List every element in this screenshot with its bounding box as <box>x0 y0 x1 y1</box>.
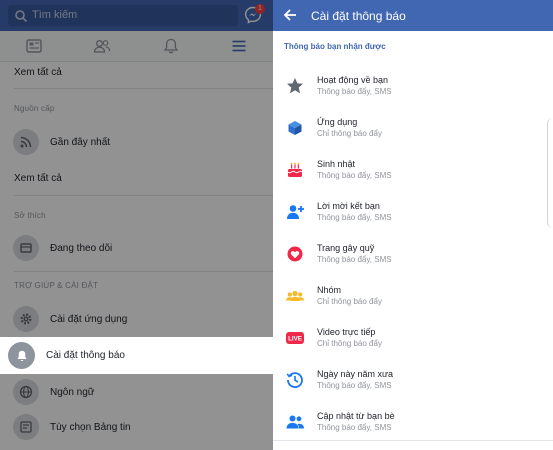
main-menu-pane: Tìm kiếm 1 Xem tất cả Nguồn cấp Gần đây … <box>0 0 273 450</box>
setting-row-friend-updates[interactable]: Cập nhật từ bạn bè Thông báo đẩy, SMS <box>273 406 553 448</box>
star-icon <box>287 78 303 94</box>
live-video-icon: LIVE <box>286 332 304 344</box>
groups-icon <box>286 290 304 301</box>
setting-name: Lời mời kết bạn <box>317 201 380 211</box>
app-cube-icon <box>288 121 302 135</box>
page-title: Cài đặt thông báo <box>311 9 406 23</box>
setting-row-birthdays[interactable]: Sinh nhật Thông báo đẩy, SMS <box>273 154 553 196</box>
dim-overlay <box>0 0 273 450</box>
setting-name: Ứng dụng <box>317 117 358 127</box>
setting-subtitle: Thông báo đẩy, SMS <box>317 171 392 180</box>
back-arrow-icon[interactable] <box>283 8 297 22</box>
setting-name: Hoạt động về bạn <box>317 75 389 85</box>
divider <box>273 440 553 441</box>
setting-row-live-video[interactable]: LIVE Video trực tiếp Chỉ thông báo đẩy <box>273 322 553 364</box>
setting-subtitle: Chỉ thông báo đẩy <box>317 129 382 138</box>
setting-row-apps[interactable]: Ứng dụng Chỉ thông báo đẩy <box>273 112 553 154</box>
setting-row-friend-requests[interactable]: Lời mời kết bạn Thông báo đẩy, SMS <box>273 196 553 238</box>
fundraiser-icon <box>287 246 303 262</box>
section-header-notifications-received: Thông báo bạn nhận được <box>284 42 386 51</box>
setting-name: Video trực tiếp <box>317 327 376 337</box>
setting-subtitle: Thông báo đẩy, SMS <box>317 255 392 264</box>
setting-row-activity-about-you[interactable]: Hoạt động về bạn Thông báo đẩy, SMS <box>273 70 553 112</box>
birthday-cake-icon <box>287 162 303 177</box>
notification-settings-panel: Cài đặt thông báo Thông báo bạn nhận đượ… <box>273 0 553 450</box>
menu-item-notification-settings[interactable]: Cài đặt thông báo <box>0 337 273 374</box>
friends-updates-icon <box>286 415 304 429</box>
friend-request-icon <box>287 205 304 219</box>
setting-name: Trang gây quỹ <box>317 243 375 253</box>
setting-subtitle: Chỉ thông báo đẩy <box>317 339 382 348</box>
setting-name: Sinh nhật <box>317 159 356 169</box>
setting-subtitle: Thông báo đẩy, SMS <box>317 213 392 222</box>
setting-row-fundraisers[interactable]: Trang gây quỹ Thông báo đẩy, SMS <box>273 238 553 280</box>
setting-name: Ngày này năm xưa <box>317 369 394 379</box>
bell-icon <box>8 342 35 369</box>
setting-name: Cập nhật từ bạn bè <box>317 411 395 421</box>
setting-subtitle: Thông báo đẩy, SMS <box>317 381 392 390</box>
setting-row-groups[interactable]: Nhóm Chỉ thông báo đẩy <box>273 280 553 322</box>
memories-clock-icon <box>286 372 303 388</box>
setting-name: Nhóm <box>317 285 342 295</box>
menu-item-label: Cài đặt thông báo <box>46 350 125 361</box>
setting-subtitle: Thông báo đẩy, SMS <box>317 423 392 432</box>
device-edge <box>547 118 553 228</box>
live-badge-text: LIVE <box>288 336 302 343</box>
setting-row-on-this-day[interactable]: Ngày này năm xưa Thông báo đẩy, SMS <box>273 364 553 406</box>
setting-subtitle: Chỉ thông báo đẩy <box>317 297 382 306</box>
header-bar: Cài đặt thông báo <box>273 0 553 31</box>
setting-subtitle: Thông báo đẩy, SMS <box>317 87 392 96</box>
